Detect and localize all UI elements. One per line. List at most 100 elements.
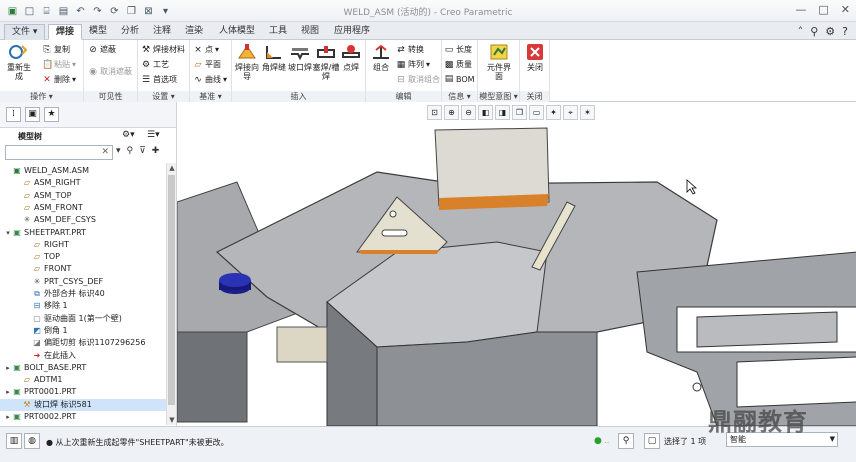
spot-weld-button[interactable]: 点焊 (336, 42, 366, 72)
ungroup-button[interactable]: ⊟ 取消组合 (396, 74, 440, 85)
tab-analysis[interactable]: 分析 (114, 24, 146, 40)
expand-toggle-icon[interactable]: ▸ (4, 362, 12, 374)
minimize-icon[interactable]: — (795, 3, 806, 16)
process-button[interactable]: ⚙ 工艺 (141, 59, 169, 70)
tab-tools[interactable]: 工具 (262, 24, 294, 40)
component-interface-button[interactable]: 元件界面 (484, 42, 514, 81)
maximize-icon[interactable]: □ (818, 3, 828, 16)
tree-item[interactable]: ▸ ▣ PRT0001.PRT (0, 386, 166, 398)
tree-item[interactable]: ◪ 偏距切剪 标识1107296256 (0, 337, 166, 349)
close-icon[interactable]: ✕ (841, 3, 850, 16)
expand-toggle-icon[interactable]: ▸ (4, 411, 12, 423)
unhide-button[interactable]: ◉ 取消遮蔽 (88, 66, 132, 77)
graphics-area[interactable]: ⊡ ⊕ ⊖ ◧ ◨ ❒ ▭ ✦ ⌖ ✶ (176, 102, 856, 426)
tab-render[interactable]: 渲染 (178, 24, 210, 40)
convert-button[interactable]: ⇄ 转换 (396, 44, 424, 55)
spin-center-icon[interactable]: ✶ (580, 105, 595, 120)
find-button-icon[interactable]: ⚲ (618, 433, 634, 449)
tree-item[interactable]: ▢ 驱动曲面 1(第一个壁) (0, 313, 166, 325)
navigator-toggle-icon[interactable]: ▥ (6, 433, 22, 449)
tree-item[interactable]: ⚒ 坡口焊 标识581 (0, 398, 166, 411)
group-model-intent: 元件界面 模型意图 ▾ (478, 40, 520, 102)
bom-button[interactable]: ▤ BOM (444, 74, 475, 84)
cut-icon: ◪ (33, 338, 41, 348)
model-tree-tab-icon[interactable]: ⁞ (6, 107, 21, 122)
selection-count: 选择了 1 项 (664, 437, 707, 446)
tree-item[interactable]: ▱ TOP (0, 251, 166, 263)
hide-button[interactable]: ⊘ 遮蔽 (88, 44, 116, 55)
add-icon[interactable]: ✚ (152, 146, 160, 156)
settings-icon[interactable]: ⚙ (825, 25, 835, 38)
clear-search-icon[interactable]: ✕ (101, 147, 109, 157)
tree-item[interactable]: ▱ ASM_FRONT (0, 202, 166, 214)
tree-item[interactable]: ⊟ 移除 1 (0, 300, 166, 312)
find-icon[interactable]: ⚲ (127, 146, 134, 156)
copy-button[interactable]: ⎘ 复制 (42, 44, 70, 55)
mass-button[interactable]: ▩ 质量 (444, 59, 472, 70)
zoom-in-icon[interactable]: ⊕ (444, 105, 459, 120)
preferences-icon: ☰ (141, 74, 151, 85)
tab-manikin[interactable]: 人体模型 (212, 24, 262, 40)
tree-item[interactable]: ▣ WELD_ASM.ASM (0, 165, 166, 177)
tree-item[interactable]: ▾ ▣ SHEETPART.PRT (0, 227, 166, 239)
tree-item[interactable]: ▱ ASM_RIGHT (0, 177, 166, 189)
tab-file[interactable]: 文件 ▾ (4, 24, 46, 40)
preferences-button[interactable]: ☰ 首选项 (141, 74, 177, 85)
tree-scrollbar[interactable]: ▲ ▼ (166, 163, 176, 425)
weld-wizard-button[interactable]: 焊接向导 (232, 42, 262, 81)
tab-annotate[interactable]: 注释 (146, 24, 178, 40)
search-icon[interactable]: ⚲ (810, 25, 818, 38)
copy-icon: ⎘ (43, 44, 51, 55)
tab-view[interactable]: 视图 (294, 24, 326, 40)
tree-item[interactable]: ✳ PRT_CSYS_DEF (0, 276, 166, 288)
tree-columns-icon[interactable]: ☰▾ (147, 130, 160, 140)
zoom-out-icon[interactable]: ⊖ (461, 105, 476, 120)
ribbon-minimize-icon[interactable]: ˄ (798, 25, 804, 38)
scroll-thumb[interactable] (168, 175, 175, 405)
view-manager-icon[interactable]: ▭ (529, 105, 544, 120)
pattern-button[interactable]: ▦ 阵列 ▾ (396, 59, 430, 70)
refit-icon[interactable]: ⊡ (427, 105, 442, 120)
tree-item[interactable]: ▱ ADTM1 (0, 374, 166, 386)
paste-button[interactable]: 📋 粘贴 ▾ (42, 59, 76, 70)
repaint-icon[interactable]: ◧ (478, 105, 493, 120)
tree-item-label: FRONT (44, 264, 72, 274)
close-button[interactable]: 关闭 (520, 42, 550, 72)
length-button[interactable]: ▭ 长度 (444, 44, 472, 55)
datum-plane-icon: ▱ (23, 178, 31, 188)
help-icon[interactable]: ? (842, 25, 848, 38)
combine-button[interactable]: 组合 (366, 42, 396, 72)
tree-search-input[interactable]: ✕ (5, 145, 113, 160)
tree-item[interactable]: ➜ 在此插入 (0, 350, 166, 362)
display-style-icon[interactable]: ◨ (495, 105, 510, 120)
tab-applications[interactable]: 应用程序 (327, 24, 377, 40)
saved-views-icon[interactable]: ❒ (512, 105, 527, 120)
delete-button[interactable]: ✕ 删除 ▾ (42, 74, 76, 85)
tree-item[interactable]: ▱ RIGHT (0, 239, 166, 251)
annotation-display-icon[interactable]: ⌖ (563, 105, 578, 120)
tree-item[interactable]: ⧉ 外部合并 标识40 (0, 288, 166, 300)
tree-item[interactable]: ✳ ASM_DEF_CSYS (0, 214, 166, 226)
selection-buffer-icon[interactable]: ▢ (644, 433, 660, 449)
tab-model[interactable]: 模型 (82, 24, 114, 40)
tree-item[interactable]: ▱ ASM_TOP (0, 190, 166, 202)
regenerate-button[interactable]: 重新生成 (4, 42, 34, 81)
plane-button[interactable]: ▱ 平面 (193, 59, 221, 70)
search-options-icon[interactable]: ▾ (116, 146, 121, 156)
tree-settings-icon[interactable]: ⚙▾ (122, 130, 135, 140)
tree-item[interactable]: ▱ FRONT (0, 263, 166, 275)
weld-material-button[interactable]: ⚒ 焊接材料 (141, 44, 185, 55)
point-button[interactable]: × 点 ▾ (193, 44, 219, 55)
filter-icon[interactable]: ⊽ (139, 146, 146, 156)
tree-item[interactable]: ▸ ▣ BOLT_BASE.PRT (0, 362, 166, 374)
tab-welding[interactable]: 焊接 (48, 24, 83, 40)
favorites-tab-icon[interactable]: ★ (44, 107, 59, 122)
folder-browser-tab-icon[interactable]: ▣ (25, 107, 40, 122)
tree-item[interactable]: ◩ 倒角 1 (0, 325, 166, 337)
tree-item[interactable]: ▸ ▣ PRT0002.PRT (0, 411, 166, 423)
curve-button[interactable]: ∿ 曲线 ▾ (193, 74, 227, 85)
expand-toggle-icon[interactable]: ▾ (4, 227, 12, 239)
expand-toggle-icon[interactable]: ▸ (4, 386, 12, 398)
datum-display-icon[interactable]: ✦ (546, 105, 561, 120)
browser-toggle-icon[interactable]: ◍ (24, 433, 40, 449)
